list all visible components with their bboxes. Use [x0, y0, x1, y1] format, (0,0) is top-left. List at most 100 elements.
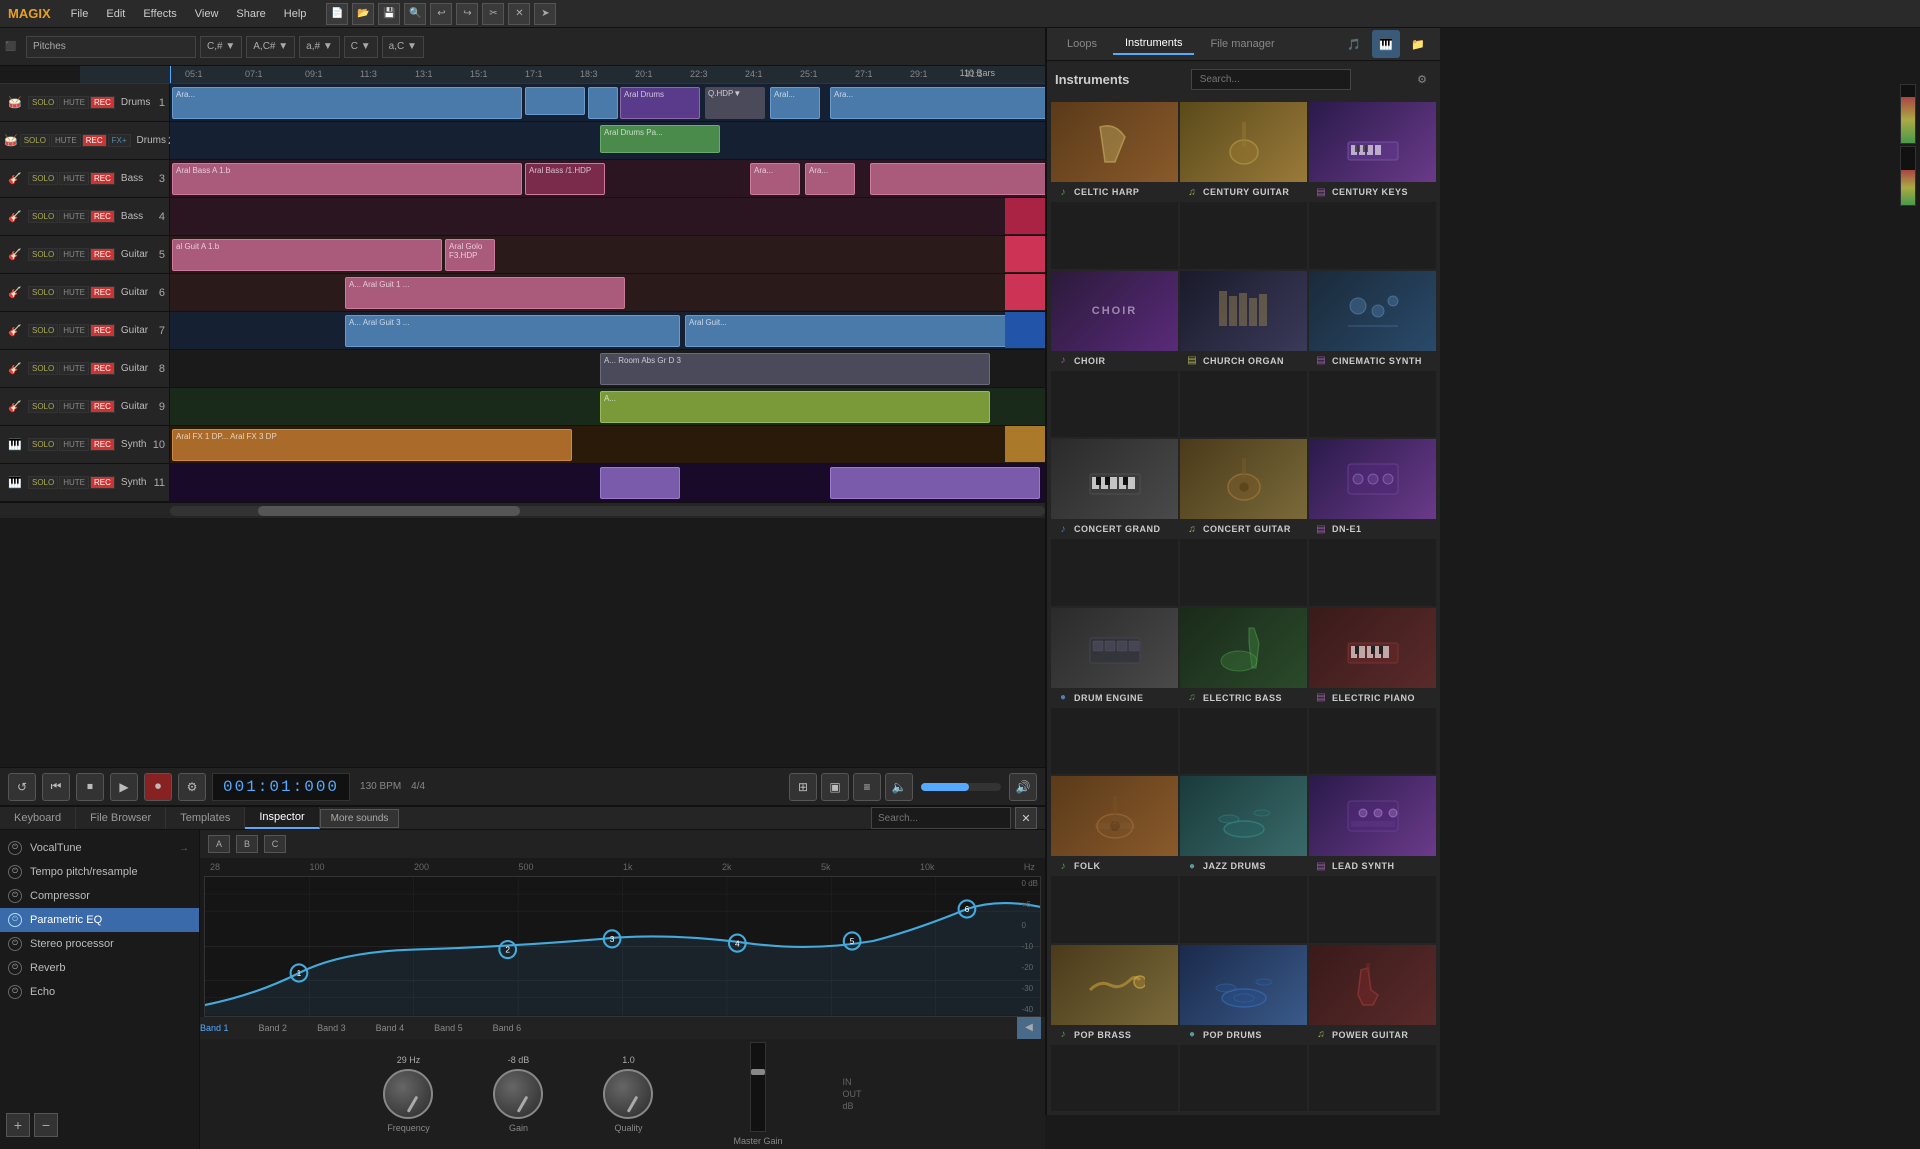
timeline[interactable]: 05:1 07:1 09:1 11:3 13:1 15:1 17:1 18:3 … — [0, 66, 1045, 84]
transport-vol-down[interactable]: 🔈 — [885, 773, 913, 801]
toolbar-new[interactable]: 📄 — [326, 3, 348, 25]
track-solo-11[interactable]: SOLO — [28, 476, 58, 489]
clip-7-1[interactable]: A... Aral Guit 3 ... — [345, 315, 680, 347]
eq-canvas[interactable]: 1 2 3 4 5 6 — [204, 876, 1041, 1017]
transport-snap[interactable]: ▣ — [821, 773, 849, 801]
instrument-pop-brass[interactable]: ♪ POP BRASS — [1051, 945, 1178, 1112]
transport-grid[interactable]: ⊞ — [789, 773, 817, 801]
band-4-label[interactable]: Band 4 — [376, 1023, 405, 1033]
track-content-3[interactable]: Aral Bass A 1.b Aral Bass /1.HDP Ara... … — [170, 160, 1045, 197]
instrument-concert-grand[interactable]: ♪ CONCERT GRAND — [1051, 439, 1178, 606]
track-content-9[interactable]: A... — [170, 388, 1045, 425]
transport-mode[interactable]: ≡ — [853, 773, 881, 801]
clip-11-1[interactable] — [600, 467, 680, 499]
effect-parametric-eq[interactable]: ⏻ Parametric EQ — [0, 908, 199, 932]
clip-1-1[interactable]: Ara... — [172, 87, 522, 119]
menu-share[interactable]: Share — [228, 6, 273, 22]
collapse-vocaltune[interactable]: → — [179, 843, 189, 854]
effect-reverb[interactable]: ⏻ Reverb — [0, 956, 199, 980]
toolbar-arrow[interactable]: ➤ — [534, 3, 556, 25]
band-3-label[interactable]: Band 3 — [317, 1023, 346, 1033]
track-hute-1[interactable]: HUTE — [59, 96, 89, 109]
effect-stereo[interactable]: ⏻ Stereo processor — [0, 932, 199, 956]
instrument-pop-drums[interactable]: ● POP DRUMS — [1180, 945, 1307, 1112]
track-solo-1[interactable]: SOLO — [28, 96, 58, 109]
transport-record[interactable]: ⏺ — [144, 773, 172, 801]
eq-btn-3[interactable]: C — [264, 835, 286, 853]
track-rec-5[interactable]: REC — [90, 248, 115, 261]
toolbar-undo[interactable]: ↩ — [430, 3, 452, 25]
key-sel-4[interactable]: C ▼ — [344, 36, 378, 58]
track-content-4[interactable] — [170, 198, 1045, 235]
instrument-choir[interactable]: CHOIR ♪ CHOIR — [1051, 271, 1178, 438]
track-content-7[interactable]: A... Aral Guit 3 ... Aral Guit... — [170, 312, 1045, 349]
track-solo-10[interactable]: SOLO — [28, 438, 58, 451]
track-hute-8[interactable]: HUTE — [59, 362, 89, 375]
clip-2-1[interactable]: Aral Drums Pa... — [600, 125, 720, 153]
key-sel-3[interactable]: a,# ▼ — [299, 36, 340, 58]
track-hute-7[interactable]: HUTE — [59, 324, 89, 337]
clip-11-2[interactable] — [830, 467, 1040, 499]
transport-vol-up[interactable]: 🔊 — [1009, 773, 1037, 801]
power-icon-tempo[interactable]: ⏻ — [8, 865, 22, 879]
instrument-dn-e1[interactable]: ▤ DN-E1 — [1309, 439, 1436, 606]
instrument-celtic-harp[interactable]: ♪ CELTIC HARP — [1051, 102, 1178, 269]
instrument-folk[interactable]: ♪ FOLK — [1051, 776, 1178, 943]
clip-1-4[interactable]: Aral... — [770, 87, 820, 119]
track-hute-3[interactable]: HUTE — [59, 172, 89, 185]
instruments-icon-tab[interactable]: 🎹 — [1372, 30, 1400, 58]
instrument-concert-guitar[interactable]: ♫ CONCERT GUITAR — [1180, 439, 1307, 606]
clip-5-end[interactable] — [1005, 236, 1045, 272]
files-icon-tab[interactable]: 📁 — [1404, 30, 1432, 58]
gain-knob[interactable] — [493, 1069, 543, 1119]
add-effect-button[interactable]: + — [6, 1113, 30, 1137]
tab-instruments[interactable]: Instruments — [1113, 33, 1194, 55]
clip-6-end[interactable] — [1005, 274, 1045, 310]
clip-10-1[interactable]: Aral FX 1 DP... Aral FX 3 DP — [172, 429, 572, 461]
track-content-8[interactable]: A... Room Abs Gr D 3 — [170, 350, 1045, 387]
track-hute-2[interactable]: HUTE — [51, 134, 81, 147]
track-content-5[interactable]: al Guit A 1.b Aral Golo F3.HDP Aral Guit… — [170, 236, 1045, 273]
instruments-search[interactable] — [1191, 69, 1351, 90]
instruments-settings[interactable]: ⚙ — [1412, 70, 1432, 90]
transport-stop[interactable]: ⏹ — [76, 773, 104, 801]
toolbar-close[interactable]: ✕ — [508, 3, 530, 25]
track-rec-9[interactable]: REC — [90, 400, 115, 413]
track-solo-7[interactable]: SOLO — [28, 324, 58, 337]
track-fx-2[interactable]: FX+ — [108, 134, 131, 147]
transport-loop[interactable]: ↺ — [8, 773, 36, 801]
track-rec-8[interactable]: REC — [90, 362, 115, 375]
track-content-11[interactable] — [170, 464, 1045, 501]
effect-compressor[interactable]: ⏻ Compressor — [0, 884, 199, 908]
transport-play[interactable]: ▶ — [110, 773, 138, 801]
clip-1-drums[interactable]: Aral Drums — [620, 87, 700, 119]
power-icon-vocaltune[interactable]: ⏻ — [8, 841, 22, 855]
instrument-power-guitar[interactable]: ♫ POWER GUITAR — [1309, 945, 1436, 1112]
panel-close[interactable]: ✕ — [1015, 807, 1037, 829]
remove-effect-button[interactable]: − — [34, 1113, 58, 1137]
tab-loops[interactable]: Loops — [1055, 34, 1109, 54]
track-solo-2[interactable]: SOLO — [20, 134, 50, 147]
clip-1-hdp[interactable]: Q.HDP▼ — [705, 87, 765, 119]
track-solo-5[interactable]: SOLO — [28, 248, 58, 261]
track-hute-10[interactable]: HUTE — [59, 438, 89, 451]
clip-7-end[interactable] — [1005, 312, 1045, 348]
key-sel-2[interactable]: A,C# ▼ — [246, 36, 295, 58]
instrument-jazz-drums[interactable]: ● JAZZ DRUMS — [1180, 776, 1307, 943]
tab-inspector[interactable]: Inspector — [245, 807, 319, 829]
key-sel-1[interactable]: C,# ▼ — [200, 36, 242, 58]
track-rec-2[interactable]: REC — [82, 134, 107, 147]
toolbar-scissors[interactable]: ✂ — [482, 3, 504, 25]
power-icon-reverb[interactable]: ⏻ — [8, 961, 22, 975]
effect-vocaltune[interactable]: ⏻ VocalTune → — [0, 836, 199, 860]
menu-view[interactable]: View — [187, 6, 227, 22]
instrument-century-keys[interactable]: ▤ CENTURY KEYS — [1309, 102, 1436, 269]
effect-echo[interactable]: ⏻ Echo — [0, 980, 199, 1004]
pitches-selector[interactable]: Pitches — [26, 36, 196, 58]
volume-slider[interactable] — [921, 783, 1001, 791]
track-content-1[interactable]: Ara... Aral Drums Q.HDP▼ Aral... Ara... — [170, 84, 1045, 121]
frequency-knob[interactable] — [383, 1069, 433, 1119]
tab-keyboard[interactable]: Keyboard — [0, 807, 76, 829]
menu-effects[interactable]: Effects — [135, 6, 184, 22]
transport-rewind[interactable]: ⏮ — [42, 773, 70, 801]
